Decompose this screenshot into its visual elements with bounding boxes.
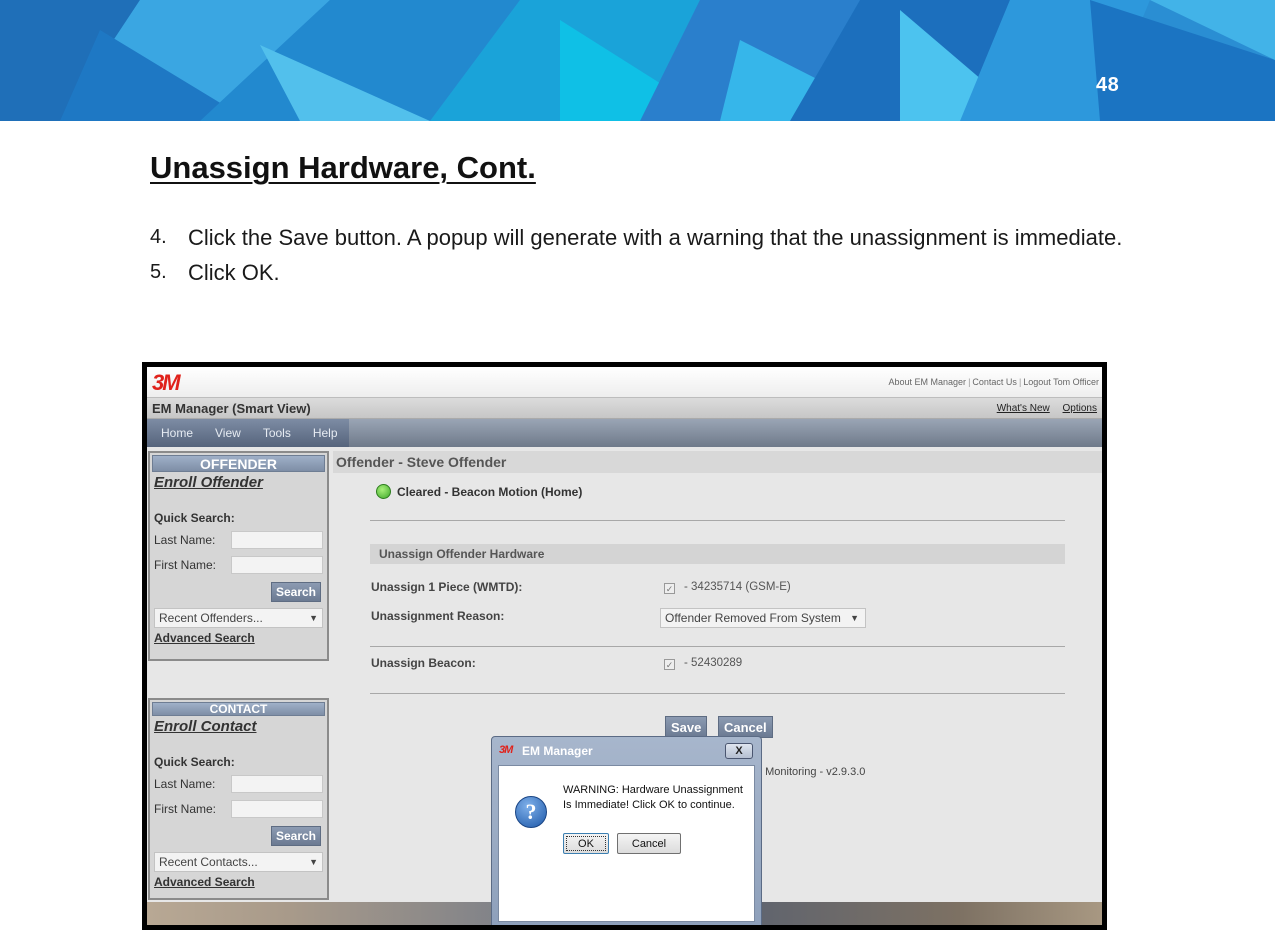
- app-screenshot-frame: 3M About EM Manager | Contact Us | Logout To…: [142, 362, 1107, 930]
- offender-search-button[interactable]: Search: [270, 582, 321, 602]
- offender-title: Offender - Steve Offender: [336, 454, 507, 470]
- status-indicator-icon: [376, 484, 391, 499]
- dialog-3m-logo: 3M: [499, 744, 513, 756]
- cancel-button[interactable]: Cancel: [718, 716, 773, 738]
- banner-pattern: [0, 0, 1275, 121]
- last-name-row: Last Name:: [154, 773, 327, 794]
- dialog-title: EM Manager: [522, 744, 593, 758]
- first-name-row: First Name:: [154, 554, 327, 575]
- options-link[interactable]: Options: [1063, 403, 1097, 414]
- app-top-bar: 3M About EM Manager | Contact Us | Logout To…: [147, 367, 1102, 397]
- slide-title: Unassign Hardware, Cont.: [150, 150, 536, 185]
- contact-panel-header: CONTACT: [152, 702, 325, 716]
- contact-advanced-search-link[interactable]: Advanced Search: [154, 875, 327, 889]
- recent-offenders-value: Recent Offenders...: [159, 611, 263, 625]
- menu-tools[interactable]: Tools: [263, 426, 291, 440]
- dialog-ok-button[interactable]: OK: [563, 833, 609, 854]
- dropdown-arrow-icon: ▼: [309, 857, 318, 867]
- instruction-step: 5. Click OK.: [150, 255, 1150, 290]
- unassign-piece-checkbox[interactable]: ✓: [664, 583, 675, 594]
- last-name-label: Last Name:: [154, 532, 216, 547]
- status-text: Cleared - Beacon Motion (Home): [397, 484, 583, 499]
- instruction-list: 4. Click the Save button. A popup will g…: [150, 220, 1150, 290]
- question-icon: ?: [515, 796, 547, 828]
- step-number: 5.: [150, 261, 167, 283]
- offender-panel-header: OFFENDER: [152, 455, 325, 472]
- unassignment-reason-value: Offender Removed From System: [665, 611, 841, 625]
- offender-first-name-input[interactable]: [231, 555, 323, 574]
- contact-us-link[interactable]: Contact Us: [972, 377, 1017, 387]
- recent-contacts-select[interactable]: Recent Contacts... ▼: [154, 852, 323, 872]
- contact-panel: CONTACT Enroll Contact Quick Search: Las…: [148, 698, 329, 900]
- offender-panel: OFFENDER Enroll Offender Quick Search: L…: [148, 451, 329, 661]
- unassign-piece-label: Unassign 1 Piece (WMTD):: [371, 580, 523, 594]
- unassign-beacon-value: - 52430289: [684, 657, 743, 669]
- quick-search-label: Quick Search:: [154, 755, 235, 769]
- menu-view[interactable]: View: [215, 426, 241, 440]
- menu-home[interactable]: Home: [161, 426, 193, 440]
- enroll-contact-link[interactable]: Enroll Contact: [154, 718, 327, 735]
- dialog-title-bar[interactable]: 3M EM Manager X: [492, 737, 761, 763]
- header-banner: 48: [0, 0, 1275, 121]
- unassignment-reason-label: Unassignment Reason:: [371, 609, 505, 623]
- dialog-cancel-button[interactable]: Cancel: [617, 833, 681, 854]
- step-text: Click the Save button. A popup will gene…: [188, 225, 1123, 250]
- unassignment-reason-select[interactable]: Offender Removed From System ▼: [660, 608, 866, 628]
- last-name-row: Last Name:: [154, 529, 327, 550]
- divider: [370, 646, 1065, 647]
- offender-advanced-search-link[interactable]: Advanced Search: [154, 631, 327, 645]
- first-name-row: First Name:: [154, 798, 327, 819]
- version-text: : Monitoring - v2.9.3.0: [759, 766, 866, 778]
- top-links: About EM Manager | Contact Us | Logout Tom O…: [888, 377, 1099, 387]
- contact-first-name-input[interactable]: [231, 799, 323, 818]
- page-number: 48: [1096, 74, 1120, 96]
- offender-last-name-input[interactable]: [231, 530, 323, 549]
- section-header: Unassign Offender Hardware: [370, 544, 1065, 564]
- title-links: What's New Options: [987, 403, 1097, 414]
- dialog-close-button[interactable]: X: [725, 743, 753, 759]
- about-link[interactable]: About EM Manager: [889, 377, 967, 387]
- enroll-offender-link[interactable]: Enroll Offender: [154, 474, 327, 491]
- unassign-beacon-label: Unassign Beacon:: [371, 656, 476, 670]
- app-title-bar: EM Manager (Smart View) What's New Optio…: [147, 397, 1102, 419]
- recent-contacts-value: Recent Contacts...: [159, 855, 258, 869]
- dropdown-arrow-icon: ▼: [309, 613, 318, 623]
- dropdown-arrow-icon: ▼: [850, 613, 859, 623]
- recent-offenders-select[interactable]: Recent Offenders... ▼: [154, 608, 323, 628]
- step-text: Click OK.: [188, 260, 280, 285]
- unassign-beacon-checkbox[interactable]: ✓: [664, 659, 675, 670]
- step-number: 4.: [150, 226, 167, 248]
- unassign-piece-value: - 34235714 (GSM-E): [684, 581, 791, 593]
- whats-new-link[interactable]: What's New: [997, 403, 1050, 414]
- divider: [370, 520, 1065, 521]
- dialog-message: WARNING: Hardware Unassignment Is Immedi…: [563, 784, 743, 811]
- menu-help[interactable]: Help: [313, 426, 338, 440]
- em-manager-app: 3M About EM Manager | Contact Us | Logout To…: [147, 367, 1102, 925]
- save-button[interactable]: Save: [665, 716, 708, 738]
- warning-dialog: 3M EM Manager X ? WARNING: Hardware Unas…: [491, 736, 762, 925]
- divider: [370, 693, 1065, 694]
- first-name-label: First Name:: [154, 801, 217, 816]
- menu-bar: Home View Tools Help: [147, 419, 1102, 447]
- app-title: EM Manager (Smart View): [152, 401, 311, 416]
- offender-header: Offender - Steve Offender: [333, 451, 1102, 473]
- section-title: Unassign Offender Hardware: [379, 547, 545, 561]
- logout-link[interactable]: Logout Tom Officer: [1023, 377, 1099, 387]
- 3m-logo: 3M: [152, 370, 181, 395]
- dialog-body: ? WARNING: Hardware Unassignment Is Imme…: [498, 765, 755, 922]
- quick-search-label: Quick Search:: [154, 511, 235, 525]
- menu-group: Home View Tools Help: [147, 419, 349, 447]
- contact-last-name-input[interactable]: [231, 774, 323, 793]
- instruction-step: 4. Click the Save button. A popup will g…: [150, 220, 1150, 255]
- contact-search-button[interactable]: Search: [270, 826, 321, 846]
- first-name-label: First Name:: [154, 557, 217, 572]
- last-name-label: Last Name:: [154, 776, 216, 791]
- offender-status: Cleared - Beacon Motion (Home): [376, 484, 582, 499]
